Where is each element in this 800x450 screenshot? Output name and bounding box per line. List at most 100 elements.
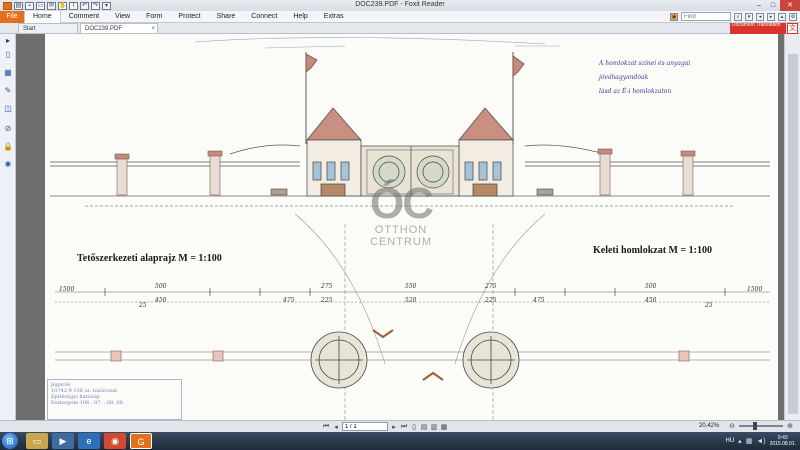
foxit-taskbar-icon[interactable]: G [130,433,152,449]
clock[interactable]: 9:43 2015.08.01. [770,435,796,447]
continuous-facing-icon[interactable]: ▦ [440,423,448,431]
vertical-scrollbar[interactable] [784,34,800,420]
save-icon[interactable]: ▪ [25,1,34,10]
dim-500-left: 500 [155,283,167,290]
panel-expand-icon[interactable]: ▸ [3,36,13,46]
hand-tool-icon[interactable]: ✋ [58,1,67,10]
dim-25-left: 25 [139,302,147,309]
pdf-page: 1500 500 450 475 275 225 550 520 275 225… [45,34,778,420]
network-icon[interactable]: ▦ [746,437,753,445]
dim-25-right: 25 [705,302,713,309]
facing-page-icon[interactable]: ▥ [430,423,438,431]
dim-475-left: 475 [283,297,295,304]
document-canvas[interactable]: 1500 500 450 475 275 225 550 520 275 225… [16,34,784,420]
flag-right [512,52,525,144]
search-icon[interactable]: ⌕ [734,12,742,21]
dim-275-right: 275 [485,283,497,290]
tab-file[interactable]: File [0,10,24,23]
note-line-2: jóváhagyandóak [599,74,649,81]
tab-doc239[interactable]: DOC239.PDF × [80,23,158,33]
find-dropdown-icon[interactable]: ▾ [745,12,753,21]
media-player-taskbar-icon[interactable]: ▶ [52,433,74,449]
find-input[interactable] [681,12,731,21]
zoom-out-icon[interactable]: ⊖ [728,422,736,430]
undo-icon[interactable]: ↶ [80,1,89,10]
dim-520-center: 520 [405,297,417,304]
tab-form[interactable]: Form [138,11,170,23]
app-logo-icon [3,1,12,10]
zoom-slider-knob[interactable] [753,422,757,430]
volume-icon[interactable]: ◄) [756,438,765,445]
previous-result-icon[interactable]: ◂ [756,12,764,21]
tab-comment[interactable]: Comment [61,11,107,23]
navigation-panel: ▸ ▯ ▦ ✎ ◫ ⊘ 🔒 ✱ [0,34,16,420]
clock-date: 2015.08.01. [769,441,796,447]
find-options-icon[interactable]: ◉ [670,12,678,21]
otthon-centrum-watermark: ÓC OTTHON CENTRUM [361,179,441,249]
page-number-input[interactable] [342,422,388,431]
dim-275-left: 275 [321,283,333,290]
customize-icon[interactable]: ▾ [102,1,111,10]
zoom-level[interactable]: 20.42% [699,423,725,429]
explorer-taskbar-icon[interactable]: ▭ [26,433,48,449]
last-page-icon[interactable]: ⏭ [400,423,408,431]
zoom-slider[interactable] [739,422,783,430]
tray-arrow-icon[interactable]: ▴ [738,437,742,445]
print-icon[interactable]: ▭ [36,1,45,10]
redo-icon[interactable]: ↷ [91,1,100,10]
first-page-icon[interactable]: ⏮ [322,423,330,431]
dim-1500-left: 1500 [59,286,75,293]
next-result-icon[interactable]: ▸ [767,12,775,21]
watermark-logo: ÓC [370,179,434,228]
tab-share[interactable]: Share [209,11,244,23]
dim-450-right: 450 [645,297,657,304]
start-button[interactable]: ⊞ [2,433,18,449]
tab-protect[interactable]: Protect [170,11,208,23]
tab-start[interactable]: Start [18,23,78,33]
translation-icon[interactable]: 文 [787,23,798,34]
tab-connect[interactable]: Connect [243,11,285,23]
document-translation-button[interactable]: Document Translation [730,22,786,34]
dim-500-right: 500 [645,283,657,290]
minimize-button[interactable]: – [752,0,766,11]
dim-1500-right: 1500 [747,286,763,293]
note-line-1: A homlokzat színei és anyagai [599,60,691,67]
continuous-page-icon[interactable]: ▤ [420,423,428,431]
zoom-in-icon[interactable]: ⊕ [786,422,794,430]
tab-start-label: Start [23,26,36,32]
approval-stamp: Jogerős 10742-9 106 sz. határozat Építés… [47,379,182,420]
tab-extras[interactable]: Extras [316,11,352,23]
single-page-icon[interactable]: ▯ [410,423,418,431]
close-button[interactable]: ✕ [780,0,800,11]
note-line-3: lásd az É-i homlokzaton [599,88,672,95]
layers-icon[interactable]: ◫ [3,104,13,114]
maximize-button[interactable]: □ [766,0,780,11]
select-tool-icon[interactable]: I [69,1,78,10]
open-icon[interactable]: ▤ [14,1,23,10]
signature-icon[interactable]: ✎ [3,86,13,96]
bookmarks-icon[interactable]: ▯ [3,50,13,60]
system-tray: HU ▴ ▦ ◄) 9:43 2015.08.01. [726,432,797,450]
comments-icon[interactable]: ✱ [3,160,13,170]
scrollbar-thumb[interactable] [788,54,798,414]
pages-icon[interactable]: ▦ [3,68,13,78]
chrome-taskbar-icon[interactable]: ◉ [104,433,126,449]
next-page-icon[interactable]: ▸ [390,423,398,431]
language-indicator[interactable]: HU [726,438,735,444]
watermark-line-2: CENTRUM [370,236,432,248]
settings-icon[interactable]: ⚙ [789,12,797,21]
security-icon[interactable]: 🔒 [3,142,13,152]
attachments-icon[interactable]: ⊘ [3,124,13,134]
tab-help[interactable]: Help [285,11,315,23]
plan-tower-left [310,331,368,389]
previous-page-icon[interactable]: ◂ [332,423,340,431]
email-icon[interactable]: ✉ [47,1,56,10]
plan-tower-right [462,331,520,389]
ie-taskbar-icon[interactable]: e [78,433,100,449]
tab-home[interactable]: Home [24,10,61,23]
tab-view[interactable]: View [107,11,138,23]
ribbon-minimize-icon[interactable]: ▴ [778,12,786,21]
tower-left [306,107,362,197]
close-tab-icon[interactable]: × [151,24,155,34]
title-bar: ▤ ▪ ▭ ✉ ✋ I ↶ ↷ ▾ DOC239.PDF - Foxit Rea… [0,0,800,11]
